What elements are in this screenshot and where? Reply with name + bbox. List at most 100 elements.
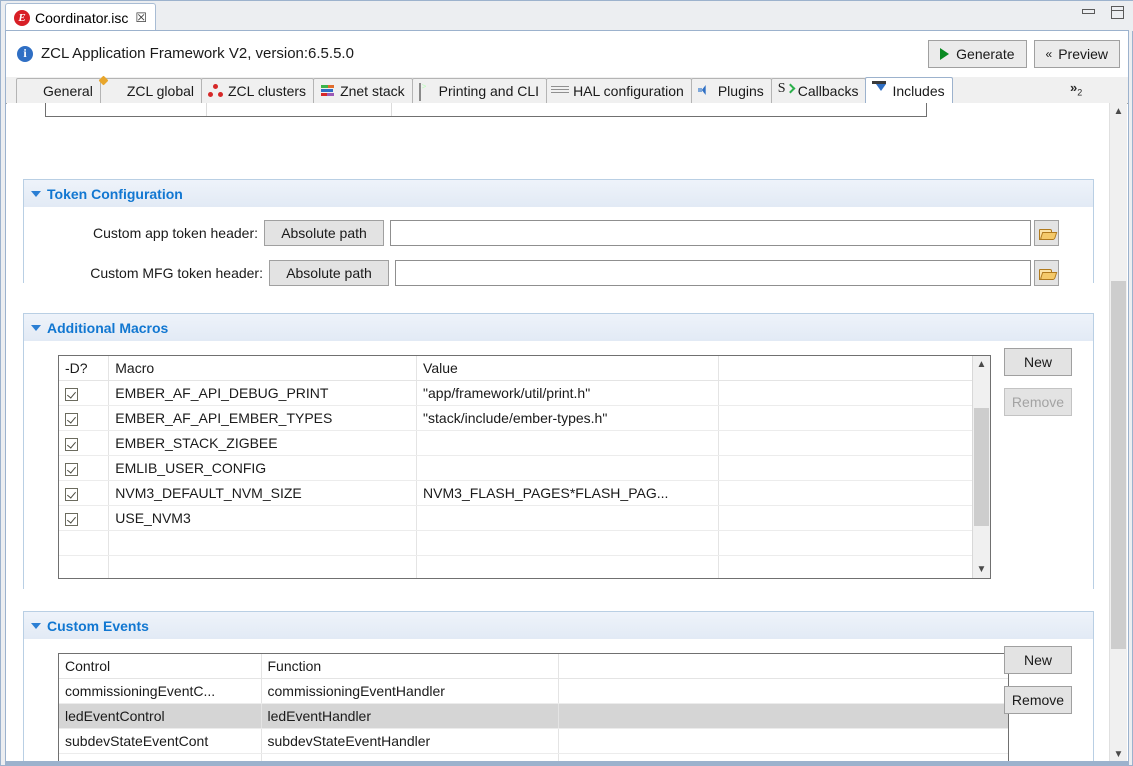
additional-macros-scrollbar[interactable]: ▲ ▼ — [972, 356, 990, 578]
chevron-down-icon[interactable] — [31, 190, 41, 197]
custom-mfg-token-header-input[interactable] — [395, 260, 1031, 286]
custom-app-token-header-input[interactable] — [390, 220, 1031, 246]
scroll-thumb[interactable] — [974, 408, 989, 526]
tab-znet-stack[interactable]: Znet stack — [313, 78, 413, 103]
title-bar: E Coordinator.isc ☒ — [1, 1, 1133, 31]
table-row[interactable]: EMBER_AF_API_DEBUG_PRINT "app/framework/… — [59, 380, 990, 406]
tab-overflow-count: 2 — [1077, 87, 1083, 98]
page-title-text: ZCL Application Framework V2, version:6.… — [41, 45, 354, 62]
window-bottom-edge — [5, 761, 1129, 765]
table-row[interactable]: EMBER_AF_API_EMBER_TYPES "stack/include/… — [59, 405, 990, 431]
macro-checkbox-cell[interactable] — [59, 380, 110, 406]
maximize-button[interactable] — [1108, 5, 1126, 19]
minimize-button[interactable] — [1080, 5, 1098, 19]
checkbox-checked-icon[interactable] — [65, 512, 78, 526]
main-vertical-scrollbar[interactable]: ▲ ▼ — [1109, 103, 1127, 763]
macro-checkbox-cell[interactable] — [59, 455, 110, 481]
general-icon — [23, 84, 39, 98]
custom-mfg-token-browse-button[interactable] — [1034, 260, 1059, 286]
macro-name-cell: EMBER_AF_API_DEBUG_PRINT — [108, 380, 418, 406]
macro-value-cell: NVM3_FLASH_PAGES*FLASH_PAG... — [416, 480, 719, 506]
custom-app-token-browse-button[interactable] — [1034, 220, 1059, 246]
tab-printing-and-cli[interactable]: Printing and CLI — [411, 78, 548, 103]
section-additional-macros-header[interactable]: Additional Macros — [24, 314, 1093, 342]
tab-general-label: General — [43, 83, 93, 99]
section-token-configuration-header[interactable]: Token Configuration — [24, 180, 1093, 208]
macro-value-cell: "app/framework/util/print.h" — [416, 380, 719, 406]
editor-header: i ZCL Application Framework V2, version:… — [6, 31, 1128, 79]
checkbox-checked-icon[interactable] — [65, 437, 78, 451]
macro-checkbox-cell[interactable] — [59, 480, 110, 506]
tab-strip: General ZCL global ZCL clusters Znet sta… — [6, 77, 1128, 104]
scroll-up-icon[interactable]: ▲ — [1110, 103, 1127, 120]
window-frame: E Coordinator.isc ☒ i ZCL Application Fr… — [0, 0, 1133, 766]
tab-general[interactable]: General — [16, 78, 101, 103]
table-row[interactable]: NVM3_DEFAULT_NVM_SIZE NVM3_FLASH_PAGES*F… — [59, 480, 990, 506]
tab-zcl-clusters[interactable]: ZCL clusters — [201, 78, 315, 103]
macro-checkbox-cell[interactable] — [59, 430, 110, 456]
double-chevron-left-icon: « — [1045, 47, 1053, 61]
table-header-row: Control Function — [59, 654, 1008, 679]
cluster-icon — [208, 84, 224, 98]
preview-button-label: Preview — [1058, 46, 1108, 62]
macro-checkbox-cell[interactable] — [59, 405, 110, 431]
column-header-blank — [558, 654, 1008, 679]
table-row[interactable]: USE_NVM3 — [59, 505, 990, 531]
additional-macros-new-button[interactable]: New — [1004, 348, 1072, 376]
table-row[interactable]: commissioningEventC... commissioningEven… — [59, 678, 1008, 704]
table-row[interactable]: EMBER_STACK_ZIGBEE — [59, 430, 990, 456]
column-header-dflag: -D? — [59, 356, 110, 381]
table-row[interactable]: ledEventControl ledEventHandler — [59, 703, 1008, 729]
tab-includes-label: Includes — [892, 82, 945, 99]
wrench-icon — [107, 84, 123, 98]
tab-hal-configuration[interactable]: HAL configuration — [546, 78, 692, 103]
tab-zcl-clusters-label: ZCL clusters — [228, 83, 307, 99]
section-custom-events-body: Control Function commissioningEventC... … — [24, 640, 1093, 763]
macro-checkbox-cell[interactable] — [59, 505, 110, 531]
column-header-blank — [718, 356, 990, 381]
event-control-cell: commissioningEventC... — [59, 678, 262, 704]
table-row-empty[interactable] — [59, 530, 990, 556]
event-function-cell: ledEventHandler — [261, 703, 559, 729]
checkbox-checked-icon[interactable] — [65, 487, 78, 501]
custom-events-table[interactable]: Control Function commissioningEventC... … — [58, 653, 1009, 763]
scroll-up-icon[interactable]: ▲ — [973, 356, 990, 373]
custom-events-remove-button[interactable]: Remove — [1004, 686, 1072, 714]
scroll-thumb[interactable] — [1111, 281, 1126, 649]
table-row-empty[interactable] — [59, 555, 990, 578]
custom-mfg-token-absolute-path-button[interactable]: Absolute path — [269, 260, 389, 286]
close-icon[interactable]: ☒ — [135, 11, 147, 24]
znet-stack-icon — [320, 84, 336, 98]
generate-button[interactable]: Generate — [928, 40, 1027, 68]
section-custom-events-header[interactable]: Custom Events — [24, 612, 1093, 640]
settings-scroll-content: Token Configuration Custom app token hea… — [7, 103, 1112, 763]
tab-includes[interactable]: Includes — [865, 77, 953, 103]
scroll-down-icon[interactable]: ▼ — [973, 561, 990, 578]
checkbox-checked-icon[interactable] — [65, 462, 78, 476]
checkbox-checked-icon[interactable] — [65, 387, 78, 401]
generate-button-label: Generate — [956, 46, 1015, 62]
additional-macros-table[interactable]: -D? Macro Value EMBER_AF_API_DEBUG_PRINT… — [58, 355, 991, 579]
table-row[interactable]: subdevStateEventCont subdevStateEventHan… — [59, 728, 1008, 754]
custom-app-token-header-label: Custom app token header: — [93, 225, 258, 241]
custom-events-grid: Control Function commissioningEventC... … — [59, 654, 1008, 763]
checkbox-checked-icon[interactable] — [65, 412, 78, 426]
macro-value-cell — [416, 455, 719, 481]
event-blank-cell — [558, 703, 1008, 729]
custom-events-new-button[interactable]: New — [1004, 646, 1072, 674]
additional-macros-grid: -D? Macro Value EMBER_AF_API_DEBUG_PRINT… — [59, 356, 990, 578]
tab-plugins[interactable]: Plugins — [690, 78, 772, 103]
table-row[interactable]: EMLIB_USER_CONFIG — [59, 455, 990, 481]
tab-callbacks[interactable]: Callbacks — [770, 78, 867, 103]
section-additional-macros-body: -D? Macro Value EMBER_AF_API_DEBUG_PRINT… — [24, 342, 1093, 589]
chevron-down-icon[interactable] — [31, 324, 41, 331]
tab-zcl-global[interactable]: ZCL global — [99, 78, 202, 103]
preview-button[interactable]: « Preview — [1033, 40, 1120, 68]
additional-macros-remove-button: Remove — [1004, 388, 1072, 416]
editor-file-tab[interactable]: E Coordinator.isc ☒ — [5, 3, 157, 31]
chevron-down-icon[interactable] — [31, 622, 41, 629]
custom-app-token-absolute-path-button[interactable]: Absolute path — [264, 220, 384, 246]
tab-overflow-button[interactable]: »2 — [1070, 80, 1082, 98]
row-custom-mfg-token-header: Custom MFG token header: Absolute path — [24, 260, 1059, 286]
tab-callbacks-label: Callbacks — [797, 83, 859, 99]
